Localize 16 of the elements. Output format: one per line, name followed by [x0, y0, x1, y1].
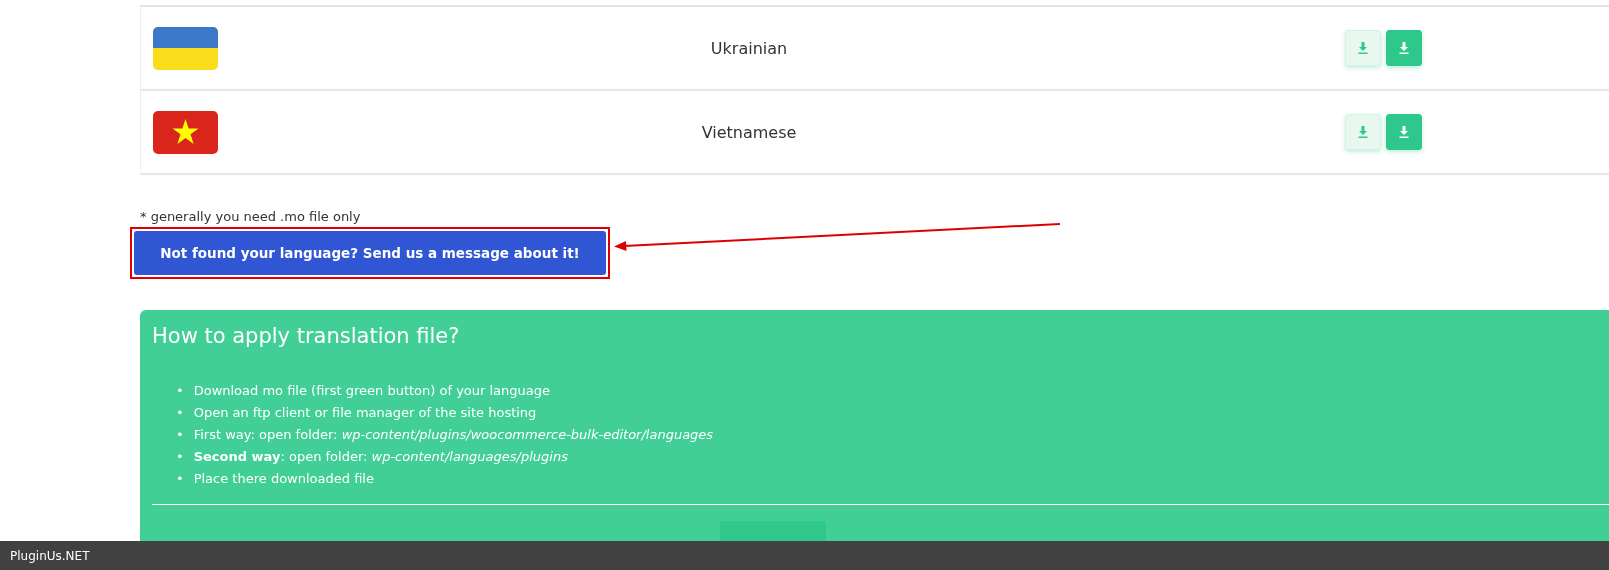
- bullet-icon: •: [176, 446, 184, 468]
- help-step: Place there downloaded file: [193, 468, 374, 490]
- bullet-icon: •: [176, 402, 184, 424]
- bullet-icon: •: [176, 424, 184, 446]
- bullet-icon: •: [176, 380, 184, 402]
- bullet-icon: •: [176, 468, 184, 490]
- request-language-button[interactable]: Not found your language? Send us a message about it!: [134, 231, 606, 275]
- language-name: Vietnamese: [700, 122, 798, 142]
- note-text: * generally you need .mo file only: [140, 209, 362, 225]
- bottom-bar-text: PluginUs.NET: [10, 548, 90, 563]
- help-step: Download mo file (first green button) of your language: [193, 380, 551, 402]
- help-step: Second way: open folder: wp-content/languages/plugins: [193, 446, 568, 468]
- help-step: First way: open folder: wp-content/plugins/woocommerce-bulk-editor/languages: [193, 424, 714, 446]
- help-step: Open an ftp client or file manager of the site hosting: [193, 402, 537, 424]
- help-title: How to apply translation file?: [152, 324, 461, 350]
- language-name: Ukrainian: [709, 38, 789, 58]
